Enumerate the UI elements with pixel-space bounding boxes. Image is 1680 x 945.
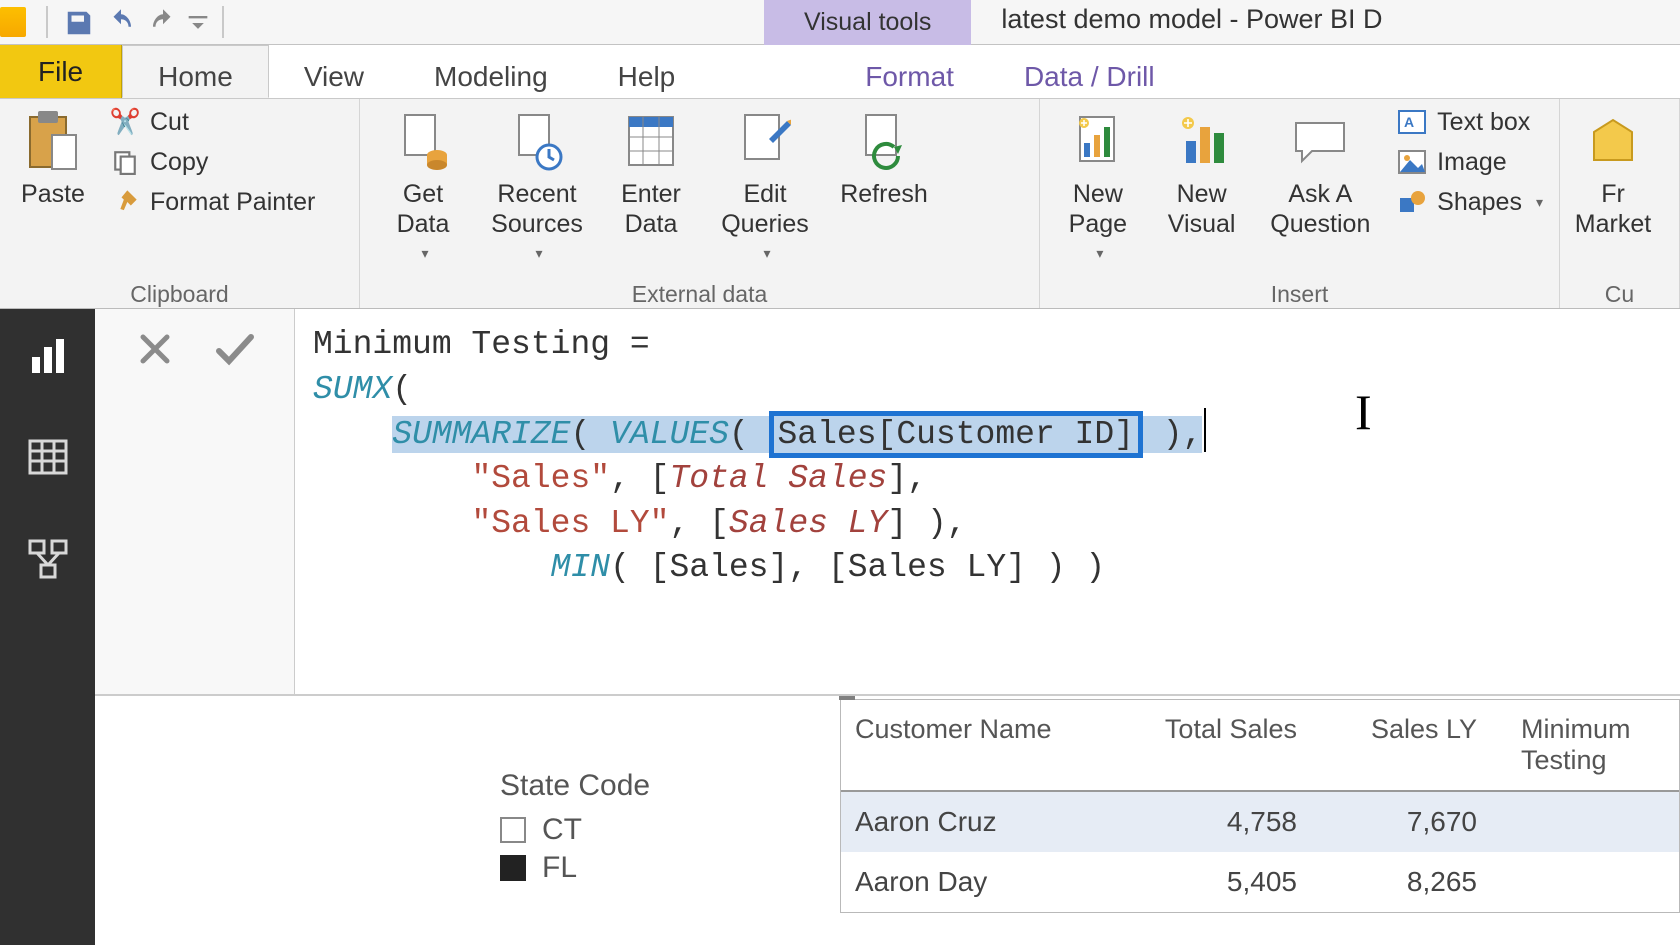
ask-a-question-button[interactable]: Ask A Question — [1256, 103, 1386, 239]
table-header: Customer Name Total Sales Sales LY Minim… — [841, 700, 1679, 792]
group-label-clipboard: Clipboard — [8, 277, 351, 308]
group-insert: New Page New Visual Ask A Question A — [1040, 99, 1560, 308]
shapes-icon — [1397, 187, 1427, 217]
qat-dropdown-icon[interactable] — [184, 0, 212, 45]
slicer-item-label: CT — [542, 813, 582, 847]
formula-tools — [95, 309, 295, 694]
recent-sources-label: Recent Sources — [491, 179, 583, 239]
refresh-button[interactable]: Refresh — [824, 103, 944, 209]
edit-queries-button[interactable]: Edit Queries — [710, 103, 820, 262]
formula-bar: Minimum Testing = SUMX( SUMMARIZE( VALUE… — [95, 309, 1680, 696]
new-visual-icon — [1172, 109, 1232, 173]
new-page-button[interactable]: New Page — [1048, 103, 1148, 262]
cut-button[interactable]: ✂️ Cut — [102, 103, 323, 141]
checkbox-icon[interactable] — [500, 855, 526, 881]
new-page-label: New Page — [1069, 179, 1127, 239]
edit-queries-icon — [735, 109, 795, 173]
enter-data-label: Enter Data — [621, 179, 681, 239]
slicer-item-fl[interactable]: FL — [500, 851, 780, 885]
new-page-icon — [1068, 109, 1128, 173]
new-visual-button[interactable]: New Visual — [1152, 103, 1252, 239]
ask-icon — [1290, 109, 1350, 173]
model-view-button[interactable] — [22, 533, 74, 585]
tab-format[interactable]: Format — [830, 45, 989, 98]
col-header-min[interactable]: Minimum Testing — [1491, 700, 1679, 790]
slicer-item-ct[interactable]: CT — [500, 813, 780, 847]
scissors-icon: ✂️ — [110, 107, 140, 137]
tab-home[interactable]: Home — [122, 45, 269, 98]
format-painter-button[interactable]: Format Painter — [102, 183, 323, 221]
ask-label: Ask A Question — [1270, 179, 1370, 239]
enter-data-icon — [621, 109, 681, 173]
get-data-button[interactable]: Get Data — [368, 103, 478, 262]
paste-label: Paste — [21, 179, 85, 209]
table-row[interactable]: Aaron Cruz 4,758 7,670 — [841, 792, 1679, 852]
shapes-button[interactable]: Shapes — [1389, 183, 1551, 221]
ribbon: Paste ✂️ Cut Copy Format Painte — [0, 99, 1680, 309]
get-data-label: Get Data — [397, 179, 450, 239]
group-clipboard: Paste ✂️ Cut Copy Format Painte — [0, 99, 360, 308]
report-view-button[interactable] — [22, 329, 74, 381]
ibeam-cursor-icon: I — [1355, 379, 1372, 447]
edit-queries-label: Edit Queries — [721, 179, 809, 239]
refresh-label: Refresh — [840, 179, 928, 209]
group-label-custom: Cu — [1568, 277, 1671, 308]
redo-icon[interactable] — [142, 0, 184, 45]
tab-modeling[interactable]: Modeling — [399, 45, 583, 98]
undo-icon[interactable] — [100, 0, 142, 45]
table-row[interactable]: Aaron Day 5,405 8,265 — [841, 852, 1679, 912]
checkbox-icon[interactable] — [500, 817, 526, 843]
new-visual-label: New Visual — [1168, 179, 1236, 239]
svg-text:A: A — [1404, 114, 1414, 130]
app-icon — [0, 7, 26, 37]
recent-sources-icon — [507, 109, 567, 173]
image-icon — [1397, 147, 1427, 177]
intellisense-highlight: Sales[Customer ID] — [769, 411, 1143, 458]
title-bar: Visual tools latest demo model - Power B… — [0, 0, 1680, 45]
cancel-formula-button[interactable] — [125, 319, 185, 379]
text-cursor-icon — [1204, 408, 1206, 452]
copy-button[interactable]: Copy — [102, 143, 323, 181]
paste-icon — [23, 109, 83, 173]
table-visual[interactable]: Customer Name Total Sales Sales LY Minim… — [840, 699, 1680, 913]
textbox-icon: A — [1397, 107, 1427, 137]
slicer-state-code[interactable]: State Code CT FL — [500, 769, 780, 889]
group-custom-cut: FrMarket Cu — [1560, 99, 1680, 308]
col-header-name[interactable]: Customer Name — [841, 700, 1131, 790]
paste-button[interactable]: Paste — [8, 103, 98, 209]
image-button[interactable]: Image — [1389, 143, 1551, 181]
group-label-insert: Insert — [1048, 277, 1551, 308]
save-icon[interactable] — [58, 0, 100, 45]
commit-formula-button[interactable] — [205, 319, 265, 379]
tab-file[interactable]: File — [0, 45, 122, 98]
slicer-title: State Code — [500, 769, 780, 803]
window-title: latest demo model - Power BI D — [971, 0, 1680, 44]
contextual-tab-header: Visual tools — [764, 0, 971, 45]
from-label: FrMarket — [1575, 179, 1651, 239]
enter-data-button[interactable]: Enter Data — [596, 103, 706, 239]
group-external-data: Get Data Recent Sources Enter Data Edit … — [360, 99, 1040, 308]
tab-data-drill[interactable]: Data / Drill — [989, 45, 1190, 98]
ribbon-tabs: File Home View Modeling Help Format Data… — [0, 45, 1680, 99]
marketplace-icon — [1583, 109, 1643, 173]
textbox-button[interactable]: A Text box — [1389, 103, 1551, 141]
get-data-icon — [393, 109, 453, 173]
copy-icon — [110, 147, 140, 177]
recent-sources-button[interactable]: Recent Sources — [482, 103, 592, 262]
tab-view[interactable]: View — [269, 45, 399, 98]
refresh-icon — [854, 109, 914, 173]
view-nav — [0, 309, 95, 945]
formula-input[interactable]: Minimum Testing = SUMX( SUMMARIZE( VALUE… — [295, 309, 1680, 694]
data-view-button[interactable] — [22, 431, 74, 483]
col-header-ly[interactable]: Sales LY — [1311, 700, 1491, 790]
brush-icon — [110, 187, 140, 217]
group-label-external: External data — [368, 277, 1031, 308]
slicer-item-label: FL — [542, 851, 577, 885]
tab-help[interactable]: Help — [583, 45, 711, 98]
from-marketplace-button[interactable]: FrMarket — [1568, 103, 1658, 239]
col-header-total[interactable]: Total Sales — [1131, 700, 1311, 790]
